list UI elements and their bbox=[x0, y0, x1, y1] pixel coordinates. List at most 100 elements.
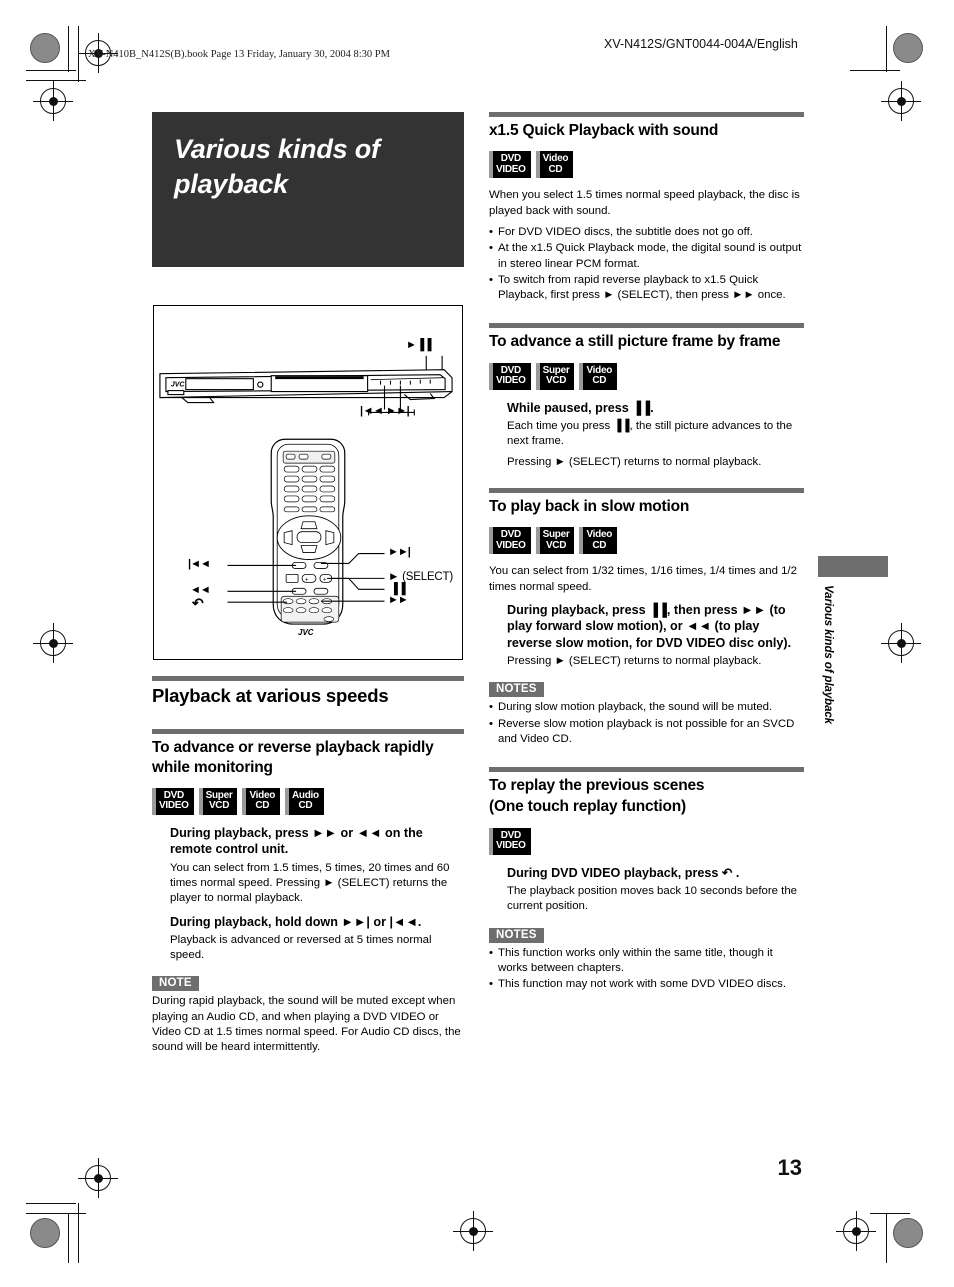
callout-remote-next: ►►| bbox=[388, 546, 411, 558]
notes-badge-label: NOTES bbox=[489, 927, 544, 943]
rule-above-rapid-subsection bbox=[152, 729, 464, 735]
heading-advance-reverse-rapidly: To advance or reverse playback rapidly w… bbox=[152, 739, 434, 776]
document-code: XV-N412S/GNT0044-004A/English bbox=[604, 37, 798, 51]
disc-badge-row-frame: DVD VIDEO Super VCD Video CD bbox=[489, 362, 804, 390]
disc-badge-row-slow: DVD VIDEO Super VCD Video CD bbox=[489, 527, 804, 555]
step-body-slow-motion: Pressing ► (SELECT) returns to normal pl… bbox=[507, 654, 762, 667]
one-touch-replay-steps: During DVD VIDEO playback, press ↶ . The… bbox=[507, 865, 804, 915]
rapid-step-1: During playback, press ►► or ◄◄ on the r… bbox=[170, 825, 464, 963]
halftone-dot-bottom-right bbox=[893, 1218, 923, 1248]
note-block-slow-motion: NOTES During slow motion playback, the s… bbox=[489, 679, 804, 747]
disc-badge-row-rapid: DVD VIDEO Super VCD Video CD Audio CD bbox=[152, 787, 464, 815]
note-block-one-touch-replay: NOTES This function works only within th… bbox=[489, 925, 804, 993]
callout-remote-select: ► (SELECT) bbox=[388, 571, 453, 583]
disc-badge-video-cd: Video CD bbox=[579, 362, 618, 390]
halftone-dot-top-right bbox=[893, 33, 923, 63]
step-head-press-ff-rew: During playback, press ►► or ◄◄ on the r… bbox=[170, 825, 423, 857]
chapter-title: Various kinds of playback bbox=[174, 134, 380, 199]
callout-remote-prev: |◄◄ bbox=[188, 558, 211, 570]
crop-line-tl-h2 bbox=[26, 80, 86, 81]
rule-above-frame-by-frame bbox=[489, 323, 804, 329]
step-head-while-paused: While paused, press ▐▐. bbox=[507, 400, 654, 415]
registration-mark-mid-right bbox=[881, 623, 921, 663]
crop-line-tr-h bbox=[850, 70, 900, 71]
section-frame-by-frame: To advance a still picture frame by fram… bbox=[489, 323, 804, 470]
side-tab-label: Various kinds of playback bbox=[822, 585, 834, 724]
crop-line-br-h bbox=[870, 1213, 910, 1214]
rule-above-slow-motion bbox=[489, 487, 804, 493]
slow-motion-steps: During playback, press ▐▐, then press ►►… bbox=[507, 602, 804, 669]
left-column: Various kinds of playback bbox=[152, 112, 464, 267]
disc-badge-row-replay: DVD VIDEO bbox=[489, 827, 804, 855]
list-item: This function may not work with some DVD… bbox=[489, 977, 804, 993]
callout-player-skip: |◄◄ ►►| bbox=[360, 405, 410, 417]
book-file-line: XV-N410B_N412S(B).book Page 13 Friday, J… bbox=[88, 49, 390, 60]
illustration-frame: JVC + + JVC ►▐▐ |◄◄ ►►| |◄◄ ◄◄ ↶ ►►| ► (… bbox=[153, 305, 463, 660]
crop-line-tl-v2 bbox=[78, 26, 79, 82]
disc-badge-video-cd: Video CD bbox=[579, 527, 618, 555]
one-touch-replay-notes: This function works only within the same… bbox=[489, 946, 804, 993]
registration-mark-mid-left bbox=[33, 623, 73, 663]
registration-mark-bottom-left-inner bbox=[453, 1211, 493, 1251]
list-item: At the x1.5 Quick Playback mode, the dig… bbox=[489, 241, 804, 272]
svg-text:+: + bbox=[323, 577, 327, 583]
heading-quick-playback: x1.5 Quick Playback with sound bbox=[489, 122, 719, 139]
crop-line-tl-v bbox=[68, 26, 69, 72]
crop-line-bl-v2 bbox=[78, 1203, 79, 1263]
svg-text:+: + bbox=[305, 577, 309, 583]
disc-badge-dvd-video: DVD VIDEO bbox=[489, 527, 531, 555]
slow-motion-intro: You can select from 1/32 times, 1/16 tim… bbox=[489, 565, 797, 593]
registration-mark-top-left-inner bbox=[33, 81, 73, 121]
heading-replay-previous-scenes: To replay the previous scenes bbox=[489, 777, 705, 795]
side-tab-marker bbox=[818, 556, 888, 577]
callout-remote-ff: ►► bbox=[388, 594, 409, 606]
crop-line-bl-h bbox=[26, 1213, 86, 1214]
crop-line-tr-v bbox=[886, 26, 887, 72]
list-item: During slow motion playback, the sound w… bbox=[489, 700, 804, 716]
crop-line-br-v bbox=[886, 1213, 887, 1263]
heading-one-touch-replay-function: (One touch replay function) bbox=[489, 798, 686, 816]
step-head-during-dvd-playback: During DVD VIDEO playback, press ↶ . bbox=[507, 865, 740, 880]
registration-mark-bottom-left bbox=[78, 1158, 118, 1198]
disc-badge-super-vcd: Super VCD bbox=[535, 527, 575, 555]
page-number: 13 bbox=[777, 1155, 802, 1180]
note-body-rapid-playback: During rapid playback, the sound will be… bbox=[152, 995, 461, 1054]
halftone-dot-bottom-left bbox=[30, 1218, 60, 1248]
chapter-title-block: Various kinds of playback bbox=[152, 112, 464, 267]
crop-line-bl-v bbox=[68, 1213, 69, 1263]
step-body-hold-down: Playback is advanced or reversed at 5 ti… bbox=[170, 933, 432, 962]
section-slow-motion: To play back in slow motion DVD VIDEO Su… bbox=[489, 487, 804, 747]
player-brand-label: JVC bbox=[171, 382, 185, 389]
step-body-each-time: Each time you press ▐▐, the still pictur… bbox=[507, 420, 793, 448]
registration-mark-bottom-right bbox=[836, 1211, 876, 1251]
callout-player-play-pause: ►▐▐ bbox=[406, 339, 431, 351]
disc-badge-row-quick: DVD VIDEO Video CD bbox=[489, 151, 804, 179]
step-body-pressing-select: Pressing ► (SELECT) returns to normal pl… bbox=[507, 455, 762, 468]
crop-line-bl-h2 bbox=[26, 1203, 76, 1204]
slow-motion-notes: During slow motion playback, the sound w… bbox=[489, 700, 804, 747]
heading-frame-by-frame: To advance a still picture frame by fram… bbox=[489, 333, 781, 351]
left-column-body: Playback at various speeds To advance or… bbox=[152, 676, 464, 1062]
list-item: To switch from rapid reverse playback to… bbox=[489, 273, 804, 304]
list-item: Reverse slow motion playback is not poss… bbox=[489, 717, 804, 748]
quick-playback-bullets: For DVD VIDEO discs, the subtitle does n… bbox=[489, 225, 804, 303]
document-page: XV-N410B_N412S(B).book Page 13 Friday, J… bbox=[0, 0, 954, 1287]
section-one-touch-replay: To replay the previous scenes (One touch… bbox=[489, 767, 804, 993]
disc-badge-video-cd: Video CD bbox=[535, 151, 574, 179]
step-head-hold-down: During playback, hold down ►►| or |◄◄. bbox=[170, 914, 422, 929]
callout-remote-replay: ↶ bbox=[192, 595, 204, 611]
disc-badge-audio-cd: Audio CD bbox=[285, 787, 324, 815]
rule-above-one-touch-replay bbox=[489, 767, 804, 773]
heading-playback-at-various-speeds: Playback at various speeds bbox=[152, 685, 389, 706]
list-item: This function works only within the same… bbox=[489, 946, 804, 977]
disc-badge-super-vcd: Super VCD bbox=[535, 362, 575, 390]
notes-badge-label: NOTES bbox=[489, 682, 544, 698]
frame-by-frame-steps: While paused, press ▐▐. Each time you pr… bbox=[507, 400, 804, 470]
disc-badge-dvd-video: DVD VIDEO bbox=[489, 362, 531, 390]
right-column: x1.5 Quick Playback with sound DVD VIDEO… bbox=[489, 112, 804, 994]
disc-badge-dvd-video: DVD VIDEO bbox=[489, 151, 531, 179]
disc-badge-dvd-video: DVD VIDEO bbox=[489, 827, 531, 855]
note-block-rapid-playback: NOTE During rapid playback, the sound wi… bbox=[152, 973, 464, 1055]
disc-badge-video-cd: Video CD bbox=[242, 787, 281, 815]
disc-badge-super-vcd: Super VCD bbox=[198, 787, 238, 815]
